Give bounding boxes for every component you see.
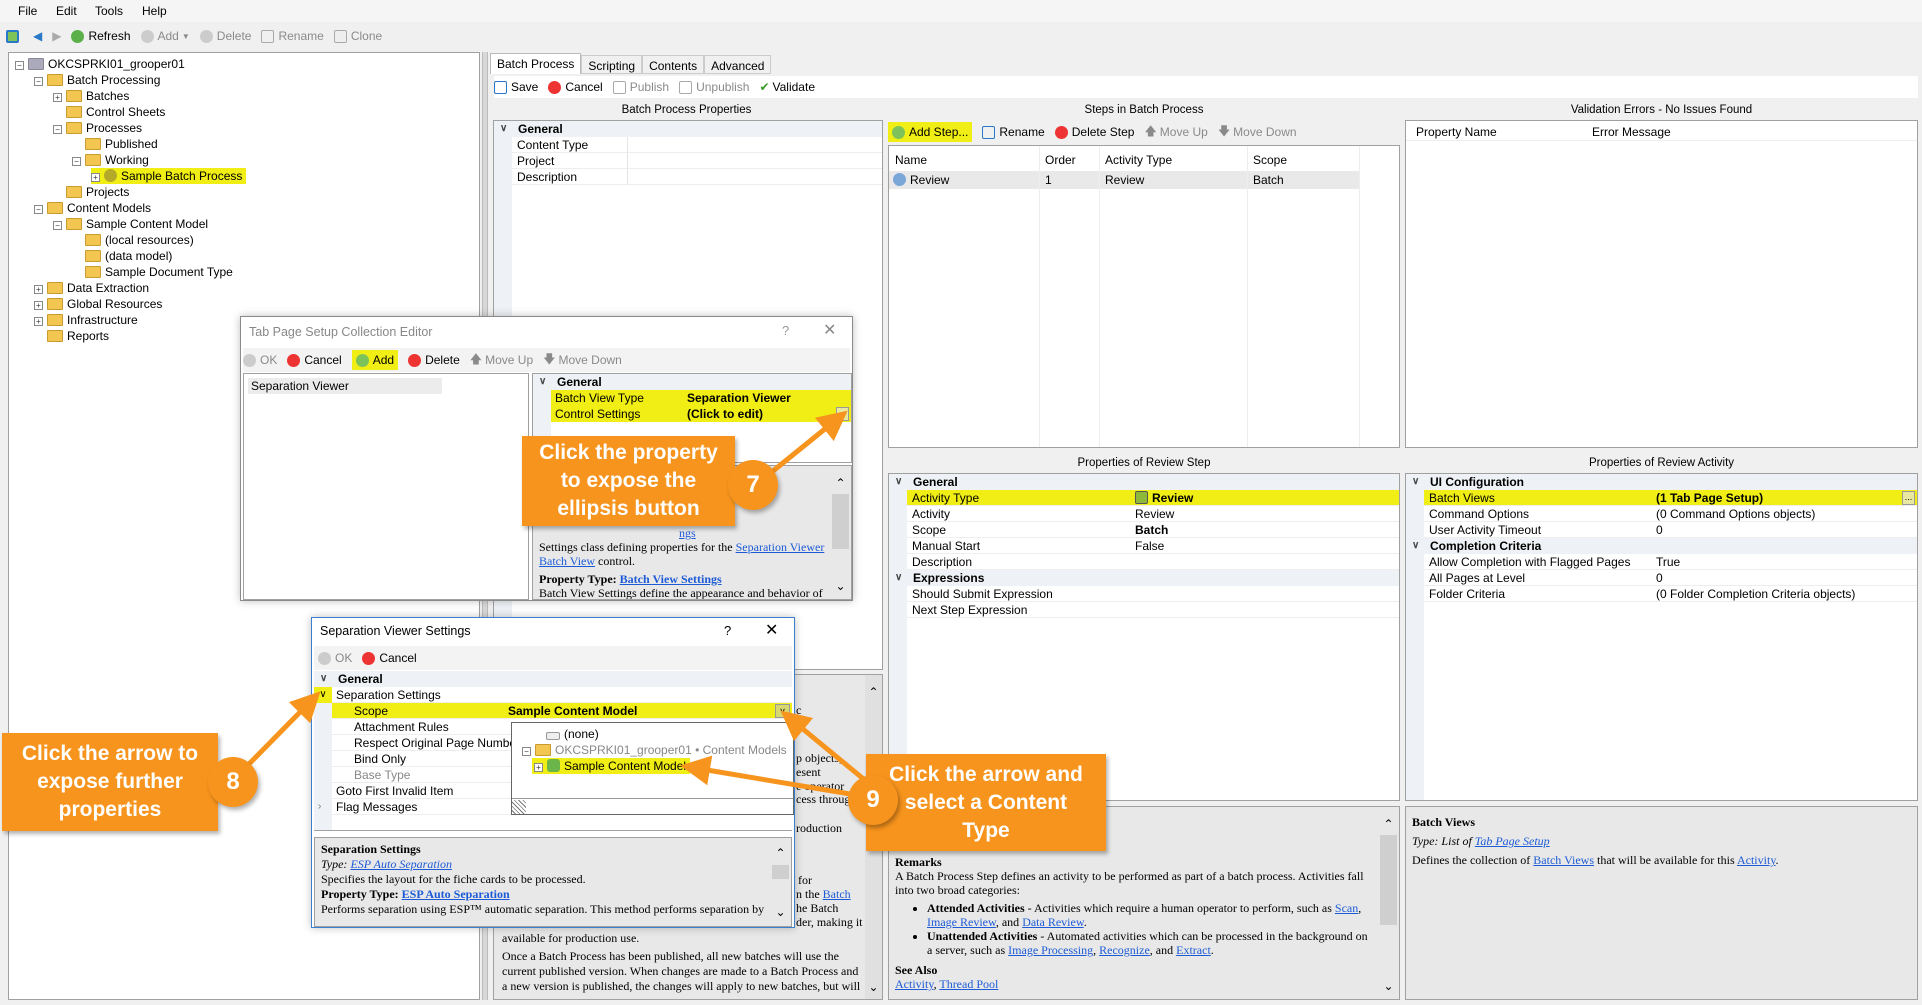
- arrow-8: [246, 691, 321, 767]
- arrow-9b: [680, 755, 863, 799]
- step-badge-9: 9: [848, 775, 898, 825]
- callout-7: Click the property to expose the ellipsi…: [522, 436, 735, 526]
- arrow-9a: [780, 710, 874, 788]
- callout-9: Click the arrow and select a Content Typ…: [866, 754, 1106, 851]
- callout-8: Click the arrow to expose further proper…: [2, 733, 218, 831]
- annotation-arrows: [246, 410, 874, 799]
- arrow-7: [766, 410, 848, 477]
- step-badge-7: 7: [728, 460, 778, 510]
- step-badge-8: 8: [208, 757, 258, 807]
